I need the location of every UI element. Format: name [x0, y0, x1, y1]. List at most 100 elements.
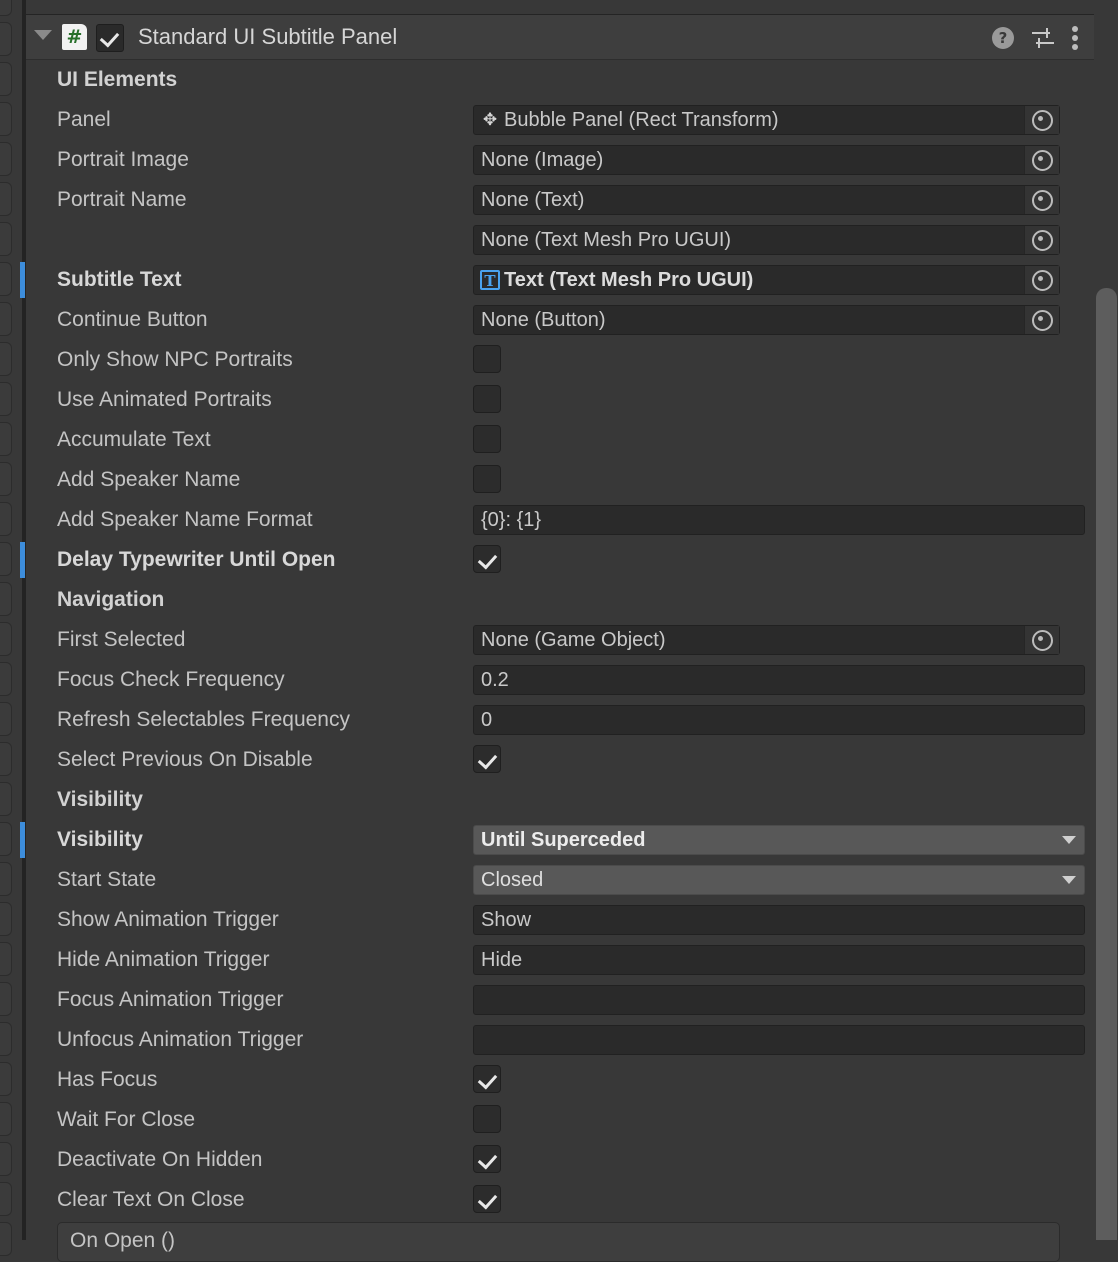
- text-input-field[interactable]: Hide: [473, 945, 1085, 975]
- object-reference-value: Text (Text Mesh Pro UGUI): [504, 269, 754, 291]
- kebab-menu-icon[interactable]: [1072, 26, 1080, 50]
- adjacent-panel-row-edge: [0, 1182, 12, 1216]
- object-picker-icon: [1031, 189, 1053, 211]
- toggle-checkbox[interactable]: [473, 1185, 501, 1213]
- object-picker-button[interactable]: [1024, 226, 1059, 254]
- adjacent-panel-row-edge: [0, 142, 12, 176]
- toggle-checkbox[interactable]: [473, 425, 501, 453]
- adjacent-panel-row-edge: [0, 622, 12, 656]
- object-reference-value: Bubble Panel (Rect Transform): [504, 109, 779, 131]
- property-row: Visibility: [26, 780, 1094, 820]
- csharp-script-icon: #: [62, 24, 87, 50]
- property-row: Add Speaker Name Format {0}: {1}: [26, 500, 1094, 540]
- adjacent-panel-row-edge: [0, 462, 12, 496]
- object-reference-field[interactable]: None (Image): [473, 145, 1060, 175]
- property-label: Only Show NPC Portraits: [57, 348, 293, 371]
- adjacent-panel-row-edge: [0, 182, 12, 216]
- adjacent-panel-row-edge: [0, 982, 12, 1016]
- property-row: Has Focus: [26, 1060, 1094, 1100]
- object-reference-field[interactable]: None (Button): [473, 305, 1060, 335]
- text-input-field[interactable]: [473, 1025, 1085, 1055]
- object-picker-button[interactable]: [1024, 146, 1059, 174]
- toggle-checkbox[interactable]: [473, 1065, 501, 1093]
- dropdown-select[interactable]: Until Superceded: [473, 825, 1085, 855]
- text-input-field[interactable]: 0.2: [473, 665, 1085, 695]
- text-input-field[interactable]: [473, 985, 1085, 1015]
- component-enabled-checkbox[interactable]: [96, 24, 124, 52]
- text-input-field[interactable]: 0: [473, 705, 1085, 735]
- object-reference-field[interactable]: T Text (Text Mesh Pro UGUI): [473, 265, 1060, 295]
- property-label: Accumulate Text: [57, 428, 211, 451]
- section-header-label: Visibility: [57, 788, 143, 811]
- property-row: Start State Closed: [26, 860, 1094, 900]
- dropdown-select[interactable]: Closed: [473, 865, 1085, 895]
- adjacent-panel-row-edge: [0, 342, 12, 376]
- property-row: Unfocus Animation Trigger: [26, 1020, 1094, 1060]
- chevron-down-icon: [1062, 836, 1076, 844]
- object-picker-button[interactable]: [1024, 106, 1059, 134]
- object-reference-value: None (Text Mesh Pro UGUI): [481, 229, 732, 251]
- help-icon[interactable]: ?: [992, 27, 1014, 49]
- property-label: Portrait Name: [57, 188, 187, 211]
- toggle-checkbox[interactable]: [473, 465, 501, 493]
- property-row: Refresh Selectables Frequency 0: [26, 700, 1094, 740]
- text-input-field[interactable]: Show: [473, 905, 1085, 935]
- toggle-checkbox[interactable]: [473, 745, 501, 773]
- object-picker-icon: [1031, 629, 1053, 651]
- object-picker-button[interactable]: [1024, 626, 1059, 654]
- object-picker-button[interactable]: [1024, 186, 1059, 214]
- adjacent-panel-row-edge: [0, 422, 12, 456]
- header-icon-group: ?: [992, 25, 1080, 51]
- property-label: Continue Button: [57, 308, 208, 331]
- adjacent-panel-row-edge: [0, 262, 12, 296]
- adjacent-panel-row-edge: [0, 222, 12, 256]
- adjacent-panel-row-edge: [0, 1102, 12, 1136]
- object-reference-field[interactable]: None (Text Mesh Pro UGUI): [473, 225, 1060, 255]
- dropdown-selected-value: Until Superceded: [481, 829, 646, 851]
- vertical-scrollbar-thumb[interactable]: [1096, 288, 1117, 1240]
- object-picker-icon: [1031, 269, 1053, 291]
- property-row: Portrait Name None (Text): [26, 180, 1094, 220]
- preset-icon[interactable]: [1030, 27, 1056, 49]
- rect-transform-glyph: ✥: [482, 109, 498, 130]
- object-reference-field[interactable]: ✥ Bubble Panel (Rect Transform): [473, 105, 1060, 135]
- component-header[interactable]: # Standard UI Subtitle Panel ?: [26, 15, 1094, 60]
- property-row: Delay Typewriter Until Open: [20, 540, 1094, 580]
- property-row: Hide Animation Trigger Hide: [26, 940, 1094, 980]
- property-row: First Selected None (Game Object): [26, 620, 1094, 660]
- chevron-down-icon[interactable]: [34, 30, 52, 40]
- object-reference-field[interactable]: None (Text): [473, 185, 1060, 215]
- property-label: Use Animated Portraits: [57, 388, 272, 411]
- object-reference-field[interactable]: None (Game Object): [473, 625, 1060, 655]
- text-input-field[interactable]: {0}: {1}: [473, 505, 1085, 535]
- object-picker-button[interactable]: [1024, 306, 1059, 334]
- adjacent-panel-row-edge: [0, 702, 12, 736]
- on-open-event-box[interactable]: On Open (): [57, 1222, 1060, 1262]
- toggle-checkbox[interactable]: [473, 1105, 501, 1133]
- adjacent-panel-row-edge: [0, 102, 12, 136]
- property-label: Focus Check Frequency: [57, 668, 285, 691]
- text-mesh-pro-glyph: T: [480, 270, 500, 290]
- object-picker-button[interactable]: [1024, 266, 1059, 294]
- property-label: Hide Animation Trigger: [57, 948, 270, 971]
- prefab-override-marker: [20, 822, 25, 858]
- toggle-checkbox[interactable]: [473, 545, 501, 573]
- adjacent-panel-row-edge: [0, 382, 12, 416]
- property-row: Visibility Until Superceded: [20, 820, 1094, 860]
- inspector-top-strip: [26, 0, 1094, 15]
- prefab-override-marker: [20, 542, 25, 578]
- toggle-checkbox[interactable]: [473, 385, 501, 413]
- vertical-scrollbar-track[interactable]: [1094, 0, 1118, 1240]
- adjacent-panel-row-edge: [0, 0, 12, 16]
- toggle-checkbox[interactable]: [473, 1145, 501, 1173]
- property-row: Only Show NPC Portraits: [26, 340, 1094, 380]
- property-row: Deactivate On Hidden: [26, 1140, 1094, 1180]
- object-picker-icon: [1031, 109, 1053, 131]
- adjacent-panel-row-edge: [0, 662, 12, 696]
- toggle-checkbox[interactable]: [473, 345, 501, 373]
- property-label: Refresh Selectables Frequency: [57, 708, 350, 731]
- property-row: Accumulate Text: [26, 420, 1094, 460]
- property-label: Subtitle Text: [57, 268, 182, 291]
- property-row: Clear Text On Close: [26, 1180, 1094, 1220]
- property-row: Subtitle Text T Text (Text Mesh Pro UGUI): [20, 260, 1094, 300]
